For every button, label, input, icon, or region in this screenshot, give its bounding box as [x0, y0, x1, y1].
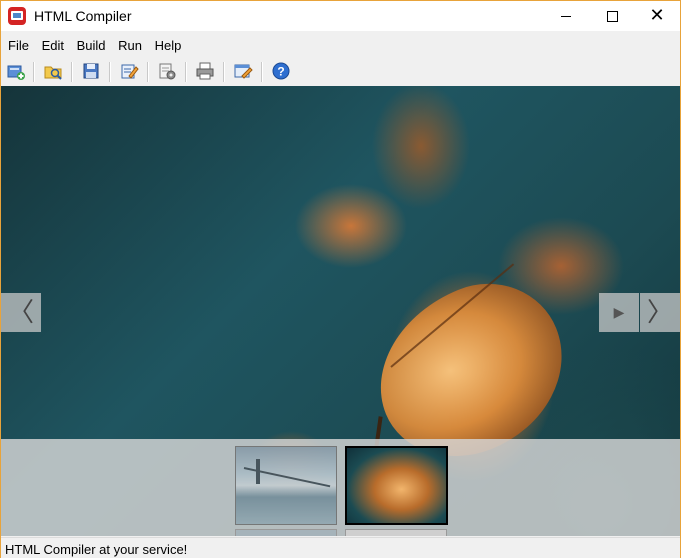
- settings-icon: [159, 63, 176, 80]
- chevron-right-icon: 〉: [646, 297, 673, 328]
- open-button[interactable]: [43, 61, 63, 81]
- menu-file[interactable]: File: [1, 34, 32, 53]
- compile-button[interactable]: [233, 61, 253, 81]
- toolbar-separator: [33, 62, 35, 82]
- image-viewer: 〈 ▶ 〉: [1, 86, 680, 536]
- play-icon: ▶: [613, 304, 625, 321]
- save-button[interactable]: [81, 61, 101, 81]
- toolbar-separator: [261, 62, 263, 82]
- compile-icon: [234, 64, 253, 79]
- thumbnail-bridge[interactable]: [235, 446, 337, 525]
- help-button[interactable]: ?: [271, 61, 291, 81]
- app-window: HTML Compiler ✕ File Edit Build Run Help: [0, 0, 681, 558]
- thumbnail-strip: [1, 439, 680, 536]
- svg-text:?: ?: [277, 65, 284, 79]
- toolbar-separator: [147, 62, 149, 82]
- toolbar-separator: [185, 62, 187, 82]
- toolbar-separator: [223, 62, 225, 82]
- thumbnail-next-row[interactable]: [345, 529, 447, 536]
- previous-button[interactable]: 〈: [1, 293, 41, 332]
- menu-edit[interactable]: Edit: [36, 34, 67, 53]
- toolbar-separator: [109, 62, 111, 82]
- maximize-icon: [606, 10, 618, 22]
- print-icon: [196, 62, 214, 80]
- menu-build[interactable]: Build: [71, 34, 109, 53]
- minimize-button[interactable]: [543, 1, 589, 31]
- open-folder-icon: [44, 66, 62, 80]
- close-button[interactable]: ✕: [634, 1, 680, 31]
- window-title: HTML Compiler: [34, 8, 132, 24]
- title-bar: HTML Compiler ✕: [1, 1, 680, 31]
- menu-help[interactable]: Help: [149, 34, 185, 53]
- thumbnail-next-row[interactable]: [235, 529, 337, 536]
- menu-run[interactable]: Run: [112, 34, 145, 53]
- toolbar-separator: [71, 62, 73, 82]
- menu-bar: File Edit Build Run Help: [1, 34, 680, 56]
- play-button[interactable]: ▶: [599, 293, 639, 332]
- app-icon: [8, 7, 26, 25]
- status-text: HTML Compiler at your service!: [5, 542, 188, 557]
- new-project-icon: [7, 65, 25, 80]
- chevron-left-icon: 〈: [7, 297, 34, 328]
- close-icon: ✕: [649, 5, 665, 26]
- next-button[interactable]: 〉: [640, 293, 680, 332]
- edit-button[interactable]: [119, 61, 139, 81]
- thumbnail-leaf-selected[interactable]: [345, 446, 448, 525]
- status-bar: HTML Compiler at your service!: [1, 537, 680, 558]
- help-icon: ?: [272, 62, 290, 80]
- settings-button[interactable]: [157, 61, 177, 81]
- print-button[interactable]: [195, 61, 215, 81]
- save-icon: [83, 63, 99, 79]
- maximize-button[interactable]: [589, 1, 635, 31]
- minimize-icon: [561, 15, 571, 17]
- new-project-button[interactable]: [6, 61, 26, 81]
- toolbar: ?: [1, 58, 680, 85]
- edit-icon: [121, 64, 139, 79]
